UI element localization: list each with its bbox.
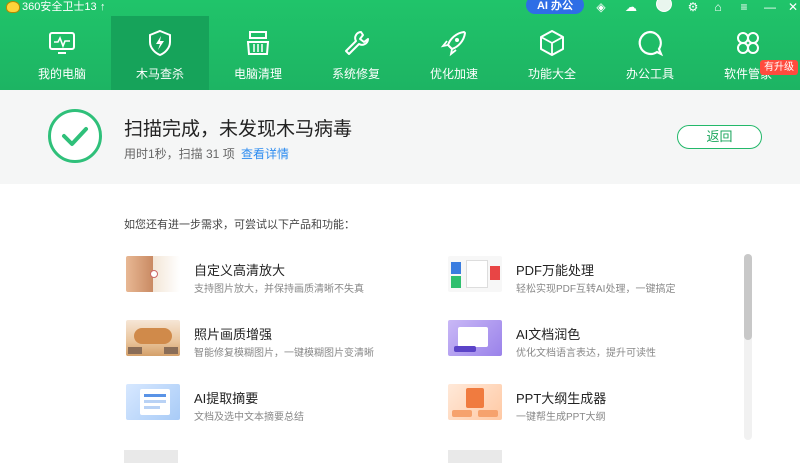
card-title: AI提取摘要 — [194, 391, 259, 406]
card-title: PPT大纲生成器 — [516, 391, 607, 406]
app-logo-icon — [6, 1, 20, 13]
scrollbar-thumb[interactable] — [744, 254, 752, 340]
shirt-icon[interactable]: ⌂ — [711, 0, 725, 14]
card-title: PDF万能处理 — [516, 263, 595, 278]
photo-enhance-thumbnail — [126, 320, 180, 356]
broom-icon — [246, 31, 270, 55]
upgrade-badge: 有升级 — [760, 60, 798, 75]
title-bar: 360安全卫士13 ↑ AI 办公 ◈ ☁ ⚙ ⌂ ≡ — ✕ — [0, 0, 800, 16]
nav-optimize[interactable]: 优化加速 — [405, 16, 503, 90]
nav-label: 优化加速 — [429, 67, 478, 81]
pdf-thumbnail — [448, 256, 502, 292]
nav-office-tools[interactable]: 办公工具 — [601, 16, 699, 90]
suggestion-card[interactable]: PDF万能处理 轻松实现PDF互转AI处理，一键搞定 — [448, 256, 738, 302]
suggestions-title: 如您还有进一步需求，可尝试以下产品和功能： — [124, 219, 355, 231]
minimize-icon[interactable]: — — [763, 0, 777, 14]
upscale-thumbnail — [126, 256, 180, 292]
nav-label: 我的电脑 — [37, 67, 86, 81]
apps-icon — [737, 32, 759, 54]
success-check-icon — [48, 109, 102, 163]
nav-my-computer[interactable]: 我的电脑 — [13, 16, 111, 90]
wrench-icon — [345, 31, 369, 55]
nav-label: 电脑清理 — [233, 67, 282, 81]
card-desc: 支持图片放大，并保持画质清晰不失真 — [194, 284, 364, 295]
suggestion-card[interactable]: 自定义高清放大 支持图片放大，并保持画质清晰不失真 — [126, 256, 416, 302]
nav-all-features[interactable]: 功能大全 — [503, 16, 601, 90]
card-desc: 智能修复模糊图片，一键模糊图片变清晰 — [194, 348, 374, 359]
nav-label: 木马查杀 — [135, 67, 184, 81]
list-item-partial — [124, 450, 178, 463]
cube-icon — [540, 30, 564, 56]
nav-cleanup[interactable]: 电脑清理 — [209, 16, 307, 90]
app-title: 360安全卫士13 — [22, 1, 97, 13]
ai-summary-thumbnail — [126, 384, 180, 420]
gear-icon[interactable]: ⚙ — [686, 0, 700, 14]
nav-software-manager[interactable]: 软件管家 — [699, 16, 797, 90]
scrollbar[interactable] — [744, 254, 752, 440]
nav-label: 功能大全 — [527, 67, 576, 81]
card-title: AI文档润色 — [516, 327, 581, 342]
header: 360安全卫士13 ↑ AI 办公 ◈ ☁ ⚙ ⌂ ≡ — ✕ 我的电脑 木马查… — [0, 0, 800, 90]
suggestion-card[interactable]: 照片画质增强 智能修复模糊图片，一键模糊图片变清晰 — [126, 320, 416, 366]
ppt-outline-thumbnail — [448, 384, 502, 420]
card-desc: 文档及选中文本摘要总结 — [194, 412, 304, 423]
shield-small-icon[interactable]: ◈ — [594, 0, 608, 14]
ai-office-button[interactable]: AI 办公 — [526, 0, 584, 14]
scan-result-banner: 扫描完成，未发现木马病毒 用时1秒，扫描 31 项 查看详情 返回 — [0, 90, 800, 184]
close-icon[interactable]: ✕ — [786, 0, 800, 14]
monitor-icon — [49, 32, 75, 54]
ai-polish-thumbnail — [448, 320, 502, 356]
card-title: 自定义高清放大 — [194, 263, 286, 278]
nav-trojan-scan[interactable]: 木马查杀 — [111, 16, 209, 90]
back-button[interactable]: 返回 — [677, 125, 762, 149]
avatar[interactable] — [656, 0, 672, 12]
chat-bubble-icon — [638, 30, 664, 57]
main-nav: 我的电脑 木马查杀 电脑清理 系统修复 优化加速 功能大全 办公工具 软件管家 … — [0, 16, 800, 90]
shield-icon — [149, 29, 171, 57]
arrow-up-icon[interactable]: ↑ — [100, 0, 106, 14]
list-item-partial — [448, 450, 502, 463]
app-window: 360安全卫士13 ↑ AI 办公 ◈ ☁ ⚙ ⌂ ≡ — ✕ 我的电脑 木马查… — [0, 0, 800, 463]
nav-label: 系统修复 — [331, 67, 380, 81]
suggestion-card[interactable]: PPT大纲生成器 一键帮生成PPT大纲 — [448, 384, 738, 430]
view-details-link[interactable]: 查看详情 — [241, 145, 289, 162]
card-title: 照片画质增强 — [194, 327, 273, 342]
menu-icon[interactable]: ≡ — [737, 0, 751, 14]
suggestion-card[interactable]: AI文档润色 优化文档语言表达，提升可读性 — [448, 320, 738, 366]
result-title: 扫描完成，未发现木马病毒 — [124, 119, 353, 140]
weather-icon[interactable]: ☁ — [624, 0, 638, 14]
result-meta: 用时1秒，扫描 31 项 — [124, 147, 235, 161]
card-desc: 优化文档语言表达，提升可读性 — [516, 348, 656, 359]
rocket-icon — [440, 31, 466, 57]
card-desc: 一键帮生成PPT大纲 — [516, 412, 606, 423]
suggestion-card[interactable]: AI提取摘要 文档及选中文本摘要总结 — [126, 384, 416, 430]
card-desc: 轻松实现PDF互转AI处理，一键搞定 — [516, 284, 676, 295]
nav-system-repair[interactable]: 系统修复 — [307, 16, 405, 90]
nav-label: 办公工具 — [625, 67, 674, 81]
